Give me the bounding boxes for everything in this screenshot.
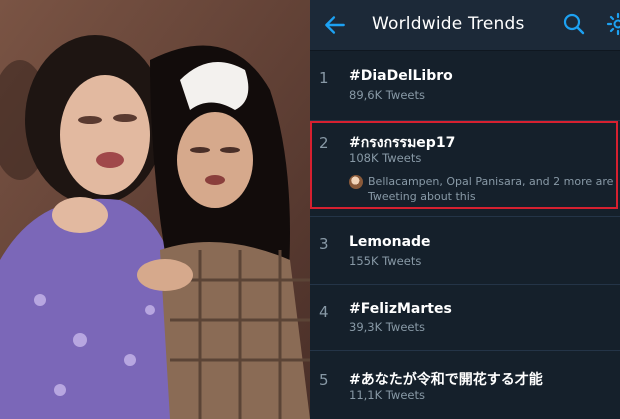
trend-tweet-count: 11,1K Tweets [349,388,425,402]
trend-name[interactable]: #FelizMartes [349,301,452,317]
trend-rank: 3 [319,235,329,253]
highlight-box [310,121,618,209]
trend-name[interactable]: Lemonade [349,234,431,250]
page-title: Worldwide Trends [372,14,525,34]
trend-rank: 5 [319,371,329,389]
trend-tweet-count: 155K Tweets [349,254,422,268]
trend-tweet-count: 39,3K Tweets [349,320,425,334]
trend-rank: 4 [319,303,329,321]
trend-name[interactable]: #あなたが令和で開花する才能 [349,369,543,389]
gear-icon[interactable] [606,12,620,36]
trend-item[interactable]: 3 Lemonade 155K Tweets [310,217,620,285]
screenshot-composite: Worldwide Trends 1 #DiaDelLibro 89,6K Tw… [0,0,620,419]
trend-rank: 1 [319,69,329,87]
trend-tweet-count: 89,6K Tweets [349,88,425,102]
trend-item[interactable]: 1 #DiaDelLibro 89,6K Tweets [310,51,620,121]
arrow-left-icon[interactable] [322,12,348,38]
trend-item[interactable]: 5 #あなたが令和で開花する才能 11,1K Tweets [310,351,620,419]
photo-crying-women [0,0,310,419]
top-bar: Worldwide Trends [310,0,620,51]
search-icon[interactable] [562,12,586,36]
trend-name[interactable]: #DiaDelLibro [349,68,453,84]
trend-item[interactable]: 4 #FelizMartes 39,3K Tweets [310,285,620,351]
trends-panel: Worldwide Trends 1 #DiaDelLibro 89,6K Tw… [310,0,620,419]
